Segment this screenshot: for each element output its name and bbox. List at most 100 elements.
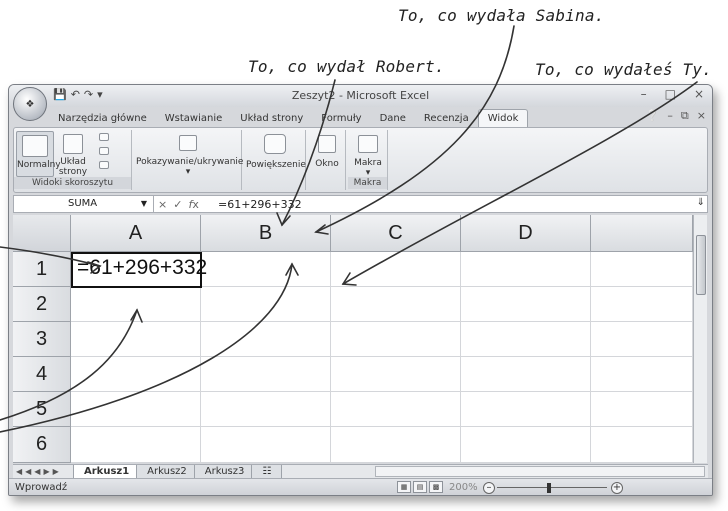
show-hide-icon [179, 135, 197, 151]
cell-a4[interactable] [71, 357, 201, 392]
cell-a6[interactable] [71, 427, 201, 463]
cell-d5[interactable] [461, 392, 591, 427]
cell-a2[interactable] [71, 287, 201, 322]
vertical-scrollbar[interactable] [693, 215, 707, 463]
cell-b3[interactable] [201, 322, 331, 357]
customize-qat-icon[interactable]: ▾ [97, 88, 103, 101]
zoom-in-icon[interactable]: + [611, 482, 623, 494]
page-break-icon [99, 133, 109, 141]
minimize-icon[interactable]: – [641, 87, 647, 101]
window-button[interactable]: Okno [310, 131, 344, 177]
full-screen-icon [99, 161, 109, 169]
horizontal-scrollbar[interactable] [375, 466, 705, 477]
sheet-nav-arrows[interactable]: ◀◀◀▶▶ [13, 467, 73, 476]
cell-c3[interactable] [331, 322, 461, 357]
cell-e5[interactable] [591, 392, 693, 427]
cell-e2[interactable] [591, 287, 693, 322]
zoom-out-icon[interactable]: – [483, 482, 495, 494]
cell-c6[interactable] [331, 427, 461, 463]
formula-buttons: × ✓ fx [154, 198, 212, 211]
cell-b1[interactable] [201, 252, 331, 287]
page-layout-button[interactable]: Układ strony [56, 131, 90, 177]
ribbon: Normalny Układ strony Widoki skoroszytu … [13, 127, 708, 193]
cancel-icon[interactable]: × [158, 198, 167, 211]
cell-d2[interactable] [461, 287, 591, 322]
doc-minimize-icon[interactable]: – [667, 109, 673, 123]
cell-d4[interactable] [461, 357, 591, 392]
row-header-2[interactable]: 2 [13, 287, 71, 322]
vertical-scroll-thumb[interactable] [696, 235, 706, 295]
column-header-e[interactable] [591, 215, 693, 252]
group-show-hide: Pokazywanie/ukrywanie ▾ [134, 130, 243, 190]
macros-button[interactable]: Makra ▾ [351, 131, 385, 178]
show-hide-button[interactable]: Pokazywanie/ukrywanie ▾ [136, 131, 243, 177]
normal-view-button[interactable]: Normalny [16, 131, 61, 177]
normal-view-icon[interactable]: ▦ [397, 481, 411, 493]
name-box[interactable]: SUMA ▼ [14, 196, 154, 212]
sheet-tab-arkusz3[interactable]: Arkusz3 [193, 464, 256, 479]
sheet-tab-arkusz2[interactable]: Arkusz2 [136, 464, 198, 479]
page-layout-view-icon[interactable]: ▤ [413, 481, 427, 493]
doc-restore-icon[interactable]: ⧉ [681, 109, 689, 123]
row-header-6[interactable]: 6 [13, 427, 71, 463]
cell-c2[interactable] [331, 287, 461, 322]
save-icon[interactable]: 💾 [53, 88, 67, 101]
cell-a5[interactable] [71, 392, 201, 427]
cell-a3[interactable] [71, 322, 201, 357]
help-icon[interactable]: ❔ [646, 109, 660, 123]
cell-e3[interactable] [591, 322, 693, 357]
office-button[interactable]: ❖ [13, 87, 47, 121]
row-header-1[interactable]: 1 [13, 252, 71, 287]
enter-icon[interactable]: ✓ [173, 198, 182, 211]
cell-b4[interactable] [201, 357, 331, 392]
tab-page-layout[interactable]: Układ strony [231, 110, 312, 127]
maximize-icon[interactable]: □ [665, 87, 676, 101]
formula-input[interactable]: =61+296+332 [212, 198, 302, 211]
cell-c5[interactable] [331, 392, 461, 427]
column-header-b[interactable]: B [201, 215, 331, 252]
cell-a1[interactable]: =61+296+332 [71, 252, 207, 288]
zoom-knob[interactable] [547, 483, 551, 493]
chevron-down-icon[interactable]: ▼ [141, 196, 147, 212]
tab-home[interactable]: Narzędzia główne [49, 110, 156, 127]
custom-views-icon [99, 147, 109, 155]
tab-review[interactable]: Recenzja [415, 110, 478, 127]
small-view-buttons[interactable] [96, 133, 112, 173]
window-title: Zeszyt2 - Microsoft Excel [291, 89, 430, 102]
cell-d1[interactable] [461, 252, 591, 287]
select-all-corner[interactable] [13, 215, 71, 252]
cell-b6[interactable] [201, 427, 331, 463]
tab-view[interactable]: Widok [477, 109, 529, 127]
zoom-button[interactable]: Powiększenie [246, 131, 306, 177]
cell-b5[interactable] [201, 392, 331, 427]
tab-data[interactable]: Dane [371, 110, 415, 127]
redo-icon[interactable]: ↷ [84, 88, 93, 101]
doc-close-icon[interactable]: × [697, 109, 706, 123]
zoom-level[interactable]: 200% [449, 482, 478, 493]
cell-d3[interactable] [461, 322, 591, 357]
undo-icon[interactable]: ↶ [71, 88, 80, 101]
insert-function-icon[interactable]: fx [188, 198, 198, 211]
normal-view-label: Normalny [17, 160, 61, 170]
column-header-a[interactable]: A [71, 215, 201, 252]
cell-e1[interactable] [591, 252, 693, 287]
row-header-5[interactable]: 5 [13, 392, 71, 427]
insert-sheet-icon[interactable]: ☷ [251, 464, 283, 479]
zoom-slider[interactable]: – + [483, 482, 623, 494]
cell-d6[interactable] [461, 427, 591, 463]
row-header-3[interactable]: 3 [13, 322, 71, 357]
page-break-view-icon[interactable]: ▩ [429, 481, 443, 493]
cell-c1[interactable] [331, 252, 461, 287]
sheet-tab-arkusz1[interactable]: Arkusz1 [73, 464, 141, 479]
column-header-c[interactable]: C [331, 215, 461, 252]
cell-c4[interactable] [331, 357, 461, 392]
cell-e6[interactable] [591, 427, 693, 463]
tab-insert[interactable]: Wstawianie [156, 110, 232, 127]
expand-formula-icon[interactable]: ⇓ [697, 197, 705, 208]
row-header-4[interactable]: 4 [13, 357, 71, 392]
close-icon[interactable]: × [694, 87, 704, 101]
column-header-d[interactable]: D [461, 215, 591, 252]
cell-e4[interactable] [591, 357, 693, 392]
cell-b2[interactable] [201, 287, 331, 322]
tab-formulas[interactable]: Formuły [312, 110, 370, 127]
